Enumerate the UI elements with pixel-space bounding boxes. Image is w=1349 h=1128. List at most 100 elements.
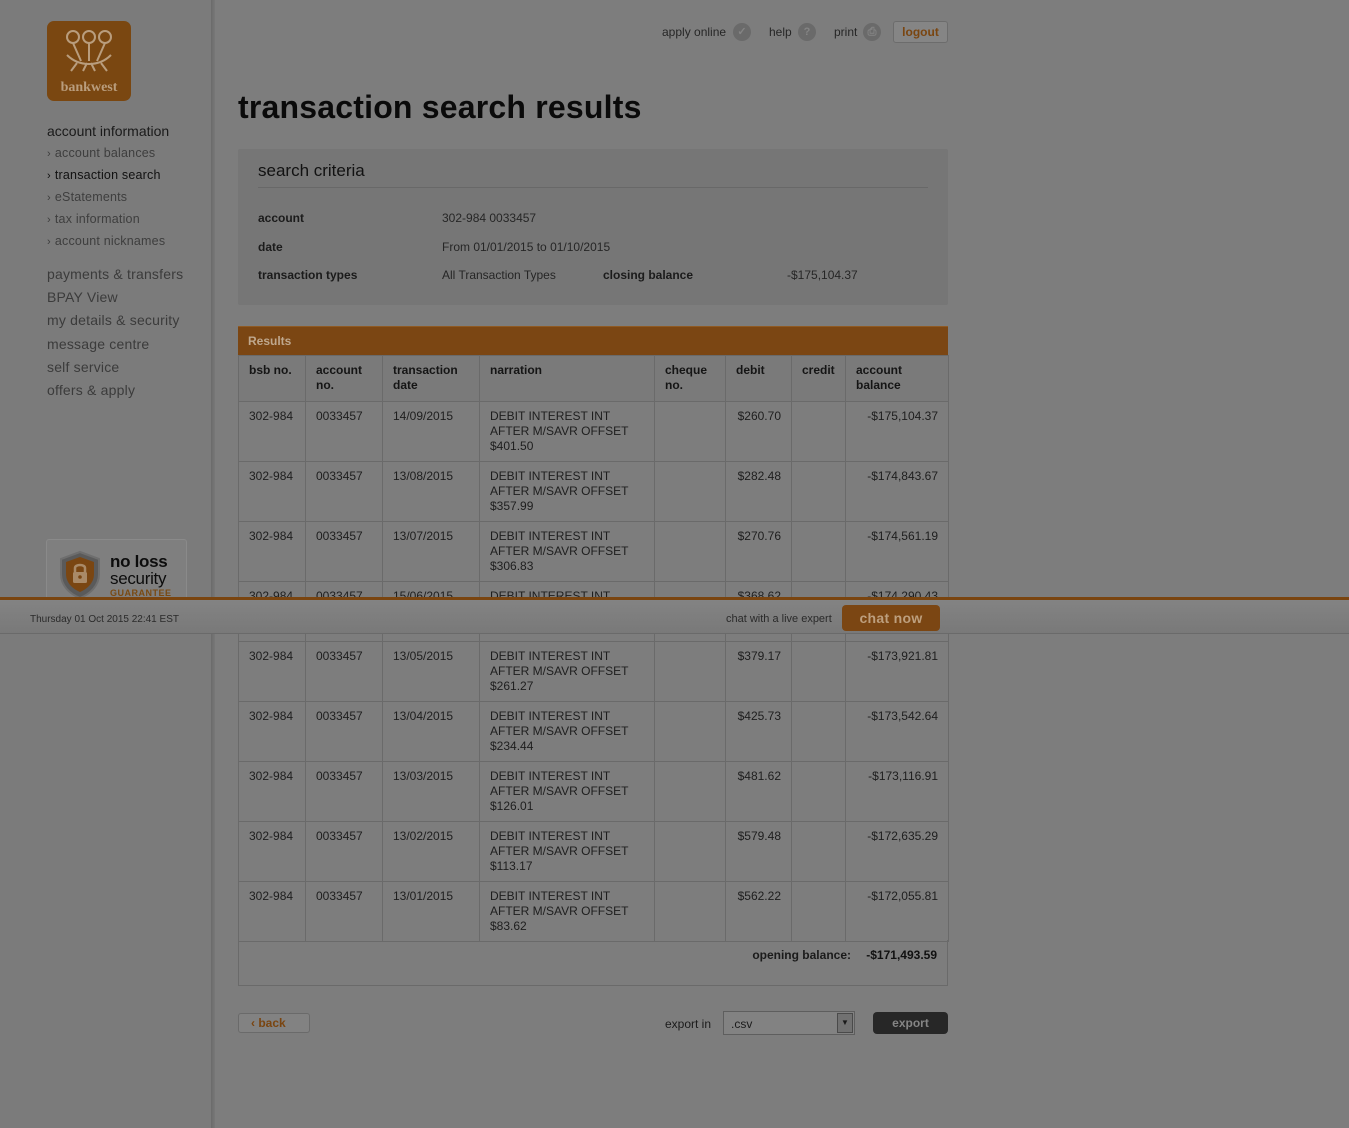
export-button[interactable]: export: [873, 1012, 948, 1034]
apply-online-link[interactable]: apply online: [662, 25, 726, 39]
print-link[interactable]: print: [834, 25, 857, 39]
cell-narration: DEBIT INTEREST INT AFTER M/SAVR OFFSET $12…: [479, 761, 655, 822]
back-button-label: back: [258, 1016, 286, 1030]
cell-narration: DEBIT INTEREST INT AFTER M/SAVR OFFSET $23…: [479, 701, 655, 762]
cell-debit-value: $260.70: [737, 409, 781, 423]
table-header-row: bsb no. account no. transaction date narra…: [238, 355, 949, 402]
cell-bsb-value: 302-984: [249, 829, 294, 843]
column-header-account-balance[interactable]: account balance: [845, 355, 949, 402]
column-header-account[interactable]: account no.: [305, 355, 383, 402]
narration-line: $126.01: [490, 799, 534, 813]
cell-credit: [791, 521, 846, 582]
cell-account-balance-value: -$175,104.37: [867, 409, 938, 423]
narration-line: AFTER M/SAVR OFFSET: [490, 844, 629, 858]
subnav-item-account-nicknames[interactable]: › account nicknames: [47, 234, 165, 248]
column-header-cheque[interactable]: cheque no.: [654, 355, 726, 402]
chevron-right-icon: ›: [47, 236, 51, 248]
chat-now-button[interactable]: chat now: [842, 605, 940, 631]
table-row: 302-984 0033457 14/09/2015 DEBIT INTEREST I…: [238, 401, 949, 462]
column-header-debit[interactable]: debit: [725, 355, 792, 402]
narration-line: AFTER M/SAVR OFFSET: [490, 484, 629, 498]
cell-bsb-value: 302-984: [249, 469, 294, 483]
column-header-transaction-date[interactable]: transaction date: [382, 355, 480, 402]
checkmark-icon[interactable]: ✓: [733, 23, 751, 41]
nav-item-offers-apply[interactable]: offers & apply: [47, 382, 135, 398]
back-button[interactable]: ‹ back: [238, 1013, 310, 1033]
table-row: 302-984 0033457 13/05/2015 DEBIT INTEREST I…: [238, 641, 949, 702]
export-format-select[interactable]: .csv ▼: [723, 1011, 855, 1035]
narration-line: DEBIT INTEREST INT: [490, 829, 611, 843]
current-datetime: Thursday 01 Oct 2015 22:41 EST: [30, 614, 179, 625]
closing-balance-label: closing balance: [603, 268, 694, 282]
header-label: account: [316, 363, 363, 377]
opening-balance-value: -$171,493.59: [866, 948, 937, 962]
cell-account: 0033457: [305, 401, 383, 462]
cell-account-value: 0033457: [316, 529, 363, 543]
question-icon[interactable]: ?: [798, 23, 816, 41]
cell-cheque: [654, 821, 726, 882]
narration-line: DEBIT INTEREST INT: [490, 469, 611, 483]
cell-cheque: [654, 521, 726, 582]
column-header-narration[interactable]: narration: [479, 355, 655, 402]
cell-account: 0033457: [305, 641, 383, 702]
column-header-credit[interactable]: credit: [791, 355, 846, 402]
cell-account-value: 0033457: [316, 889, 363, 903]
cell-transaction-date: 14/09/2015: [382, 401, 480, 462]
nav-item-my-details-security[interactable]: my details & security: [47, 312, 180, 328]
results-title: Results: [248, 334, 292, 348]
cell-transaction-date: 13/04/2015: [382, 701, 480, 762]
dropdown-arrow-icon[interactable]: ▼: [837, 1013, 853, 1033]
column-header-bsb[interactable]: bsb no.: [238, 355, 306, 402]
nav-item-bpay-view[interactable]: BPAY View: [47, 289, 118, 305]
cell-narration: DEBIT INTEREST INT AFTER M/SAVR OFFSET $35…: [479, 461, 655, 522]
header-label: date: [393, 378, 418, 392]
search-criteria-title: search criteria: [258, 161, 365, 180]
subnav-item-tax-information[interactable]: › tax information: [47, 212, 140, 226]
cell-account-value: 0033457: [316, 469, 363, 483]
table-row: 302-984 0033457 13/07/2015 DEBIT INTEREST I…: [238, 521, 949, 582]
cell-cheque: [654, 401, 726, 462]
nav-heading-account-information[interactable]: account information: [47, 123, 169, 139]
cell-bsb-value: 302-984: [249, 529, 294, 543]
cell-narration: DEBIT INTEREST INT AFTER M/SAVR OFFSET $30…: [479, 521, 655, 582]
nav-item-self-service[interactable]: self service: [47, 359, 119, 375]
cell-bsb-value: 302-984: [249, 889, 294, 903]
narration-line: $83.62: [490, 919, 527, 933]
help-link[interactable]: help: [769, 25, 792, 39]
cell-bsb-value: 302-984: [249, 409, 294, 423]
cell-account-balance: -$174,561.19: [845, 521, 949, 582]
cell-debit-value: $562.22: [737, 889, 781, 903]
printer-icon[interactable]: ⎙: [863, 23, 881, 41]
cell-account: 0033457: [305, 761, 383, 822]
subnav-item-transaction-search[interactable]: › transaction search: [47, 168, 161, 182]
logout-button[interactable]: logout: [893, 21, 948, 43]
bankwest-logo[interactable]: bankwest: [47, 21, 131, 101]
subnav-item-estatements[interactable]: › eStatements: [47, 190, 127, 204]
cell-account-balance-value: -$173,116.91: [868, 769, 938, 783]
narration-line: DEBIT INTEREST INT: [490, 649, 611, 663]
nav-item-message-centre[interactable]: message centre: [47, 336, 149, 352]
cell-account: 0033457: [305, 521, 383, 582]
nav-item-payments-transfers[interactable]: payments & transfers: [47, 266, 183, 282]
cell-transaction-date-value: 13/08/2015: [393, 469, 454, 483]
cell-account-balance-value: -$172,055.81: [867, 889, 938, 903]
cell-cheque: [654, 701, 726, 762]
cell-account-balance-value: -$173,921.81: [867, 649, 938, 663]
logo-emblem-icon: [66, 30, 112, 72]
search-criteria-panel: search criteria account 302-984 0033457 …: [238, 149, 948, 305]
subnav-item-account-balances[interactable]: › account balances: [47, 146, 155, 160]
cell-transaction-date: 13/08/2015: [382, 461, 480, 522]
cell-account-balance: -$173,921.81: [845, 641, 949, 702]
subnav-item-label: tax information: [54, 212, 140, 226]
cell-cheque: [654, 461, 726, 522]
cell-bsb: 302-984: [238, 701, 306, 762]
cell-bsb-value: 302-984: [249, 769, 294, 783]
cell-transaction-date: 13/02/2015: [382, 821, 480, 882]
cell-transaction-date-value: 13/03/2015: [393, 769, 454, 783]
shield-lock-icon: [60, 550, 100, 600]
cell-account-balance-value: -$174,843.67: [867, 469, 938, 483]
header-label: account: [856, 363, 903, 377]
cell-credit: [791, 701, 846, 762]
cell-account: 0033457: [305, 461, 383, 522]
cell-account-balance: -$172,055.81: [845, 881, 949, 942]
